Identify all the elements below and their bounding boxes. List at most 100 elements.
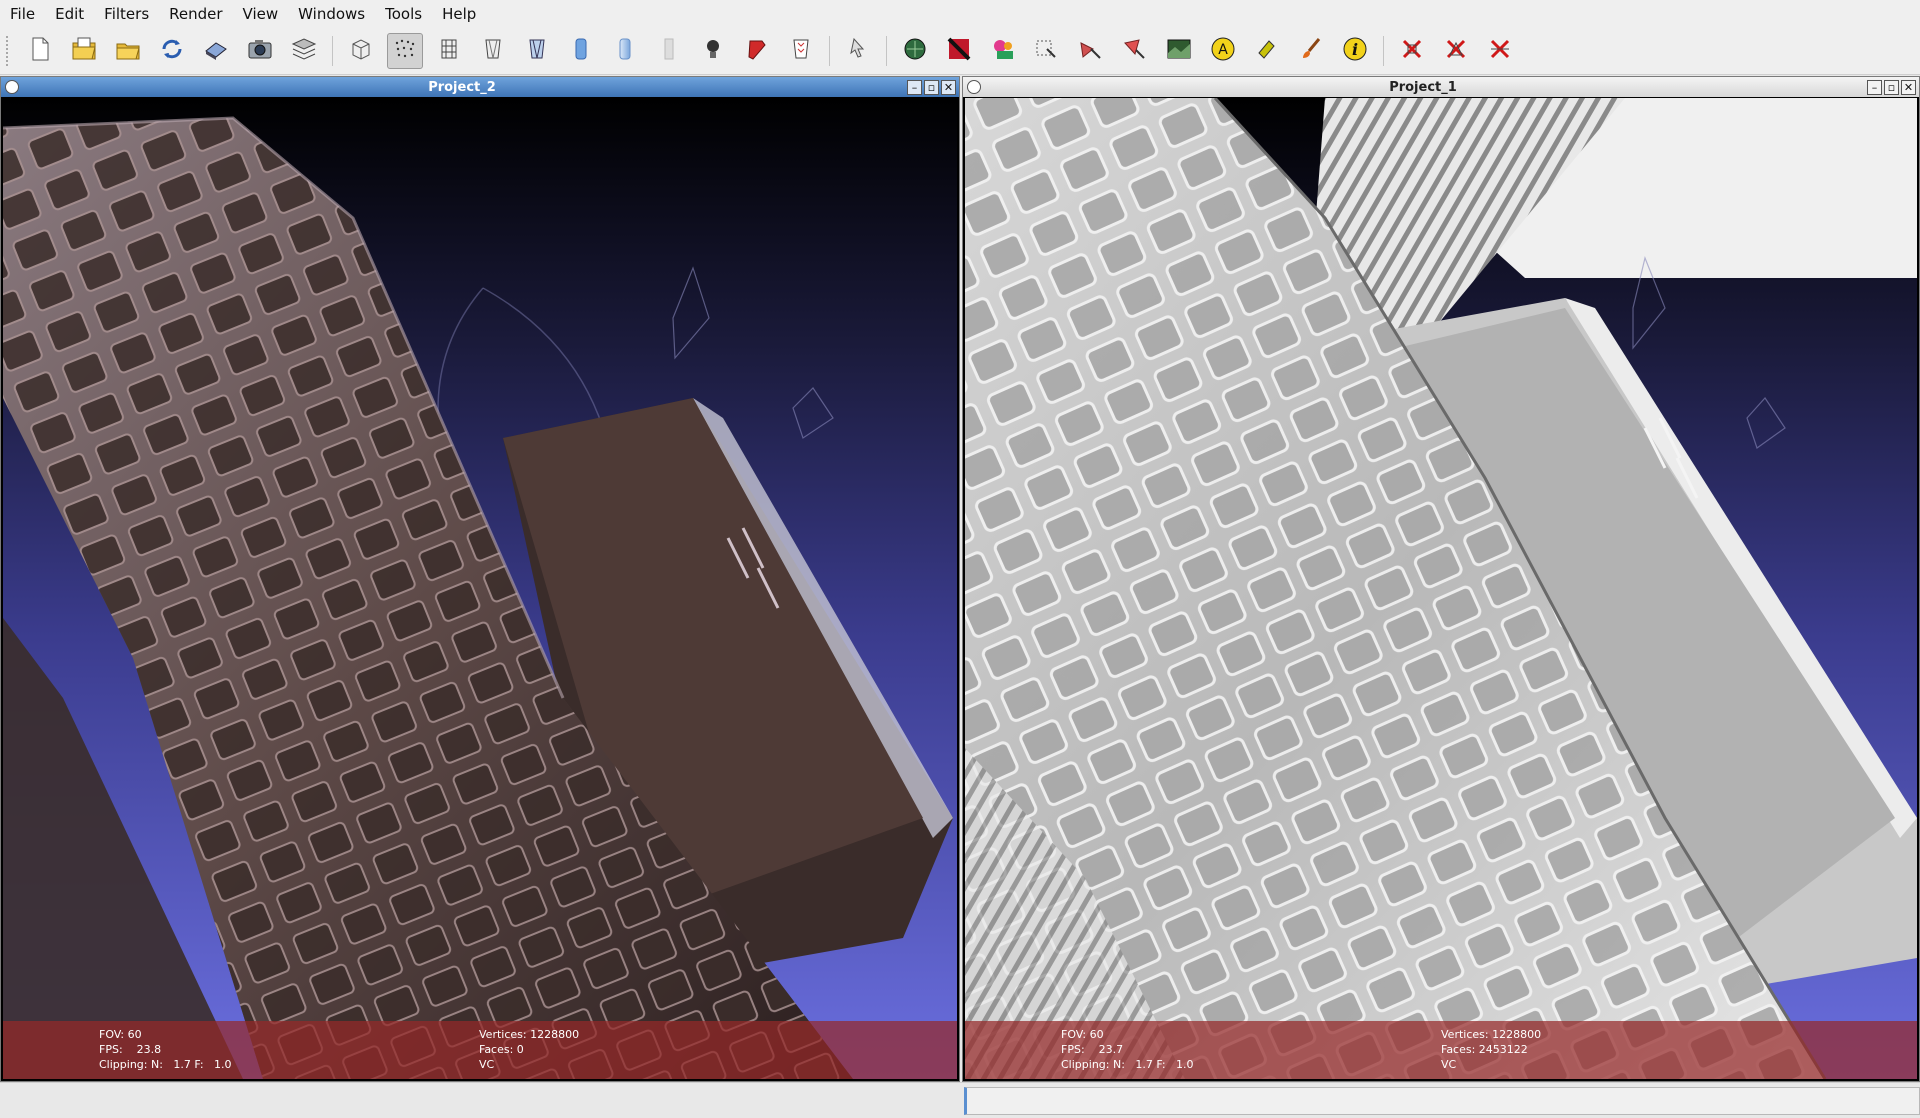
select-icon xyxy=(844,35,872,67)
toolbar-separator xyxy=(332,36,333,66)
lock-button[interactable] xyxy=(783,33,819,69)
delete-selection-button[interactable] xyxy=(1482,33,1518,69)
menu-view[interactable]: View xyxy=(233,0,289,28)
points-button[interactable] xyxy=(387,33,423,69)
import-mesh-button[interactable] xyxy=(110,33,146,69)
align-icon xyxy=(901,35,929,67)
window-title: Project_2 xyxy=(428,79,496,95)
export-mesh-button[interactable] xyxy=(198,33,234,69)
main-toolbar: A i xyxy=(0,28,1920,75)
mdi-window-project-2[interactable]: Project_2 – ▫ ✕ FOV: 60 FPS: 23.8 Clippi… xyxy=(0,76,960,1082)
texture-icon xyxy=(655,35,683,67)
layers-button[interactable] xyxy=(286,33,322,69)
new-project-button[interactable] xyxy=(22,33,58,69)
minimize-button[interactable]: – xyxy=(1867,79,1882,95)
layers-icon xyxy=(290,35,318,67)
fps-label: FPS: 23.7 xyxy=(1061,1043,1124,1056)
toolbar-separator xyxy=(829,36,830,66)
wireframe-button[interactable] xyxy=(431,33,467,69)
close-button[interactable]: ✕ xyxy=(941,79,956,95)
annotation-icon: A xyxy=(1209,35,1237,67)
color-icon xyxy=(945,35,973,67)
menu-render[interactable]: Render xyxy=(159,0,232,28)
light-button[interactable] xyxy=(695,33,731,69)
brush-button[interactable] xyxy=(1293,33,1329,69)
export-mesh-icon xyxy=(202,35,230,67)
3d-viewport[interactable]: FOV: 60 FPS: 23.7 Clipping: N: 1.7 F: 1.… xyxy=(965,98,1917,1079)
restore-button[interactable]: ▫ xyxy=(924,79,939,95)
menu-windows[interactable]: Windows xyxy=(288,0,375,28)
pick-points-button[interactable] xyxy=(1029,33,1065,69)
vertices-label: Vertices: 1228800 xyxy=(1441,1028,1542,1041)
mdi-window-project-1[interactable]: Project_1 – ▫ ✕ FOV: 60 FPS: 23.7 Clippi… xyxy=(962,76,1920,1082)
status-bar xyxy=(0,1082,1920,1118)
svg-text:A: A xyxy=(1218,42,1228,58)
annotation-button[interactable]: A xyxy=(1205,33,1241,69)
hidden-lines-button[interactable] xyxy=(475,33,511,69)
clipping-label: Clipping: N: 1.7 F: 1.0 xyxy=(99,1058,232,1071)
close-button[interactable]: ✕ xyxy=(1901,79,1916,95)
render-mode-label: VC xyxy=(479,1058,495,1071)
measure-icon xyxy=(1077,35,1105,67)
hidden-lines-icon xyxy=(479,35,507,67)
align-button[interactable] xyxy=(897,33,933,69)
import-mesh-icon xyxy=(114,35,142,67)
reload-button[interactable] xyxy=(154,33,190,69)
menu-file[interactable]: File xyxy=(0,0,45,28)
texture-button[interactable] xyxy=(651,33,687,69)
paint-button[interactable] xyxy=(1249,33,1285,69)
svg-text:i: i xyxy=(1352,40,1358,59)
smooth-icon xyxy=(611,35,639,67)
menu-help[interactable]: Help xyxy=(432,0,486,28)
window-menu-icon[interactable] xyxy=(967,80,981,94)
flat-lines-button[interactable] xyxy=(519,33,555,69)
info-icon: i xyxy=(1341,35,1369,67)
window-titlebar[interactable]: Project_2 – ▫ ✕ xyxy=(1,77,959,97)
smooth-button[interactable] xyxy=(607,33,643,69)
measure-button[interactable] xyxy=(1073,33,1109,69)
snapshot-button[interactable] xyxy=(242,33,278,69)
delete-vertices-icon xyxy=(1442,35,1470,67)
faces-label: Faces: 2453122 xyxy=(1441,1043,1528,1056)
bounding-box-button[interactable] xyxy=(343,33,379,69)
two-sided-light-button[interactable] xyxy=(739,33,775,69)
mesh-render xyxy=(965,98,1917,1079)
toolbar-separator xyxy=(1383,36,1384,66)
toolbar-grip[interactable] xyxy=(6,36,12,66)
delete-faces-icon xyxy=(1398,35,1426,67)
select-button[interactable] xyxy=(840,33,876,69)
select-faces-icon xyxy=(1121,35,1149,67)
info-button[interactable]: i xyxy=(1337,33,1373,69)
flat-lines-icon xyxy=(523,35,551,67)
delete-faces-button[interactable] xyxy=(1394,33,1430,69)
menu-filters[interactable]: Filters xyxy=(94,0,159,28)
color-button[interactable] xyxy=(941,33,977,69)
menu-edit[interactable]: Edit xyxy=(45,0,94,28)
window-menu-icon[interactable] xyxy=(5,80,19,94)
flat-icon xyxy=(567,35,595,67)
progress-area xyxy=(964,1087,1920,1115)
restore-button[interactable]: ▫ xyxy=(1884,79,1899,95)
minimize-button[interactable]: – xyxy=(907,79,922,95)
open-project-button[interactable] xyxy=(66,33,102,69)
dimensions-button[interactable] xyxy=(985,33,1021,69)
reload-icon xyxy=(158,35,186,67)
window-title: Project_1 xyxy=(1389,79,1457,95)
brush-icon xyxy=(1297,35,1325,67)
wireframe-icon xyxy=(435,35,463,67)
flat-button[interactable] xyxy=(563,33,599,69)
new-project-icon xyxy=(26,35,54,67)
light-icon xyxy=(699,35,727,67)
fov-label: FOV: 60 xyxy=(1061,1028,1104,1041)
raster-icon xyxy=(1165,35,1193,67)
menu-bar: File Edit Filters Render View Windows To… xyxy=(0,0,1920,28)
menu-tools[interactable]: Tools xyxy=(375,0,432,28)
open-project-icon xyxy=(70,35,98,67)
points-icon xyxy=(391,35,419,67)
select-faces-button[interactable] xyxy=(1117,33,1153,69)
raster-button[interactable] xyxy=(1161,33,1197,69)
delete-vertices-button[interactable] xyxy=(1438,33,1474,69)
toolbar-separator xyxy=(886,36,887,66)
3d-viewport[interactable]: FOV: 60 FPS: 23.8 Clipping: N: 1.7 F: 1.… xyxy=(3,98,957,1079)
window-titlebar[interactable]: Project_1 – ▫ ✕ xyxy=(963,77,1919,97)
